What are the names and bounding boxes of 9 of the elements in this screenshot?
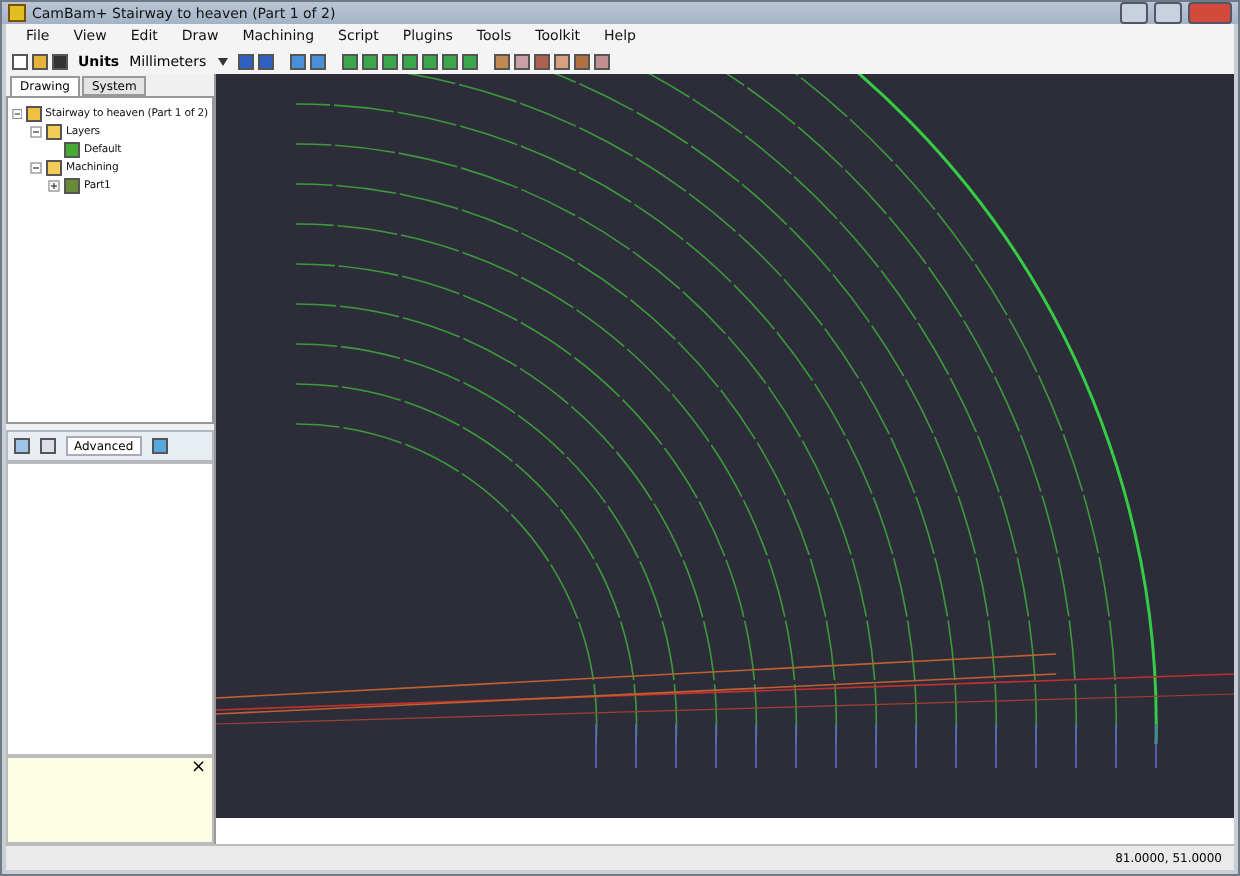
close-button[interactable]: × [190, 760, 206, 778]
app-icon [8, 4, 26, 22]
plus-box-icon[interactable] [48, 179, 60, 191]
minus-box-icon[interactable] [30, 125, 42, 137]
caret-icon [218, 57, 229, 65]
maximize-button[interactable] [1154, 2, 1182, 24]
minus-box-icon[interactable] [30, 161, 42, 173]
minus-box-icon[interactable] [12, 107, 23, 119]
minimize-button[interactable] [1120, 2, 1148, 24]
